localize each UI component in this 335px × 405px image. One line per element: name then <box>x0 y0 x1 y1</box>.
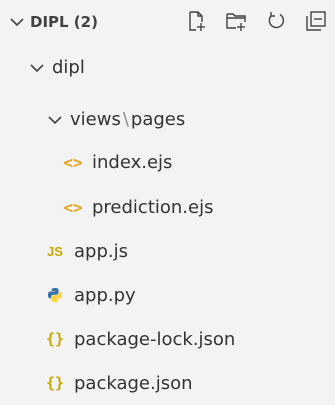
ejs-file-icon: <> <box>63 197 83 217</box>
tree-file-package-json[interactable]: {} package.json <box>0 361 335 405</box>
refresh-icon[interactable] <box>263 8 289 34</box>
new-folder-icon[interactable] <box>223 8 249 34</box>
tree-folder-dipl[interactable]: dipl <box>0 45 335 89</box>
explorer-actions <box>183 8 329 34</box>
chevron-down-icon <box>48 109 62 130</box>
path-separator: \ <box>122 108 129 130</box>
tree-file-app-js[interactable]: JS app.js <box>0 229 335 273</box>
workspace-title: DIPL (2) <box>30 13 98 31</box>
file-label: index.ejs <box>92 151 173 173</box>
explorer-header[interactable]: DIPL (2) <box>0 0 335 44</box>
folder-label-views: views <box>70 108 121 130</box>
tree-folder-views-pages[interactable]: views \ pages <box>0 97 335 141</box>
chevron-down-icon[interactable] <box>10 13 24 31</box>
file-label: package.json <box>74 372 193 394</box>
folder-label: dipl <box>52 56 85 78</box>
new-file-icon[interactable] <box>183 8 209 34</box>
tree-file-package-lock-json[interactable]: {} package-lock.json <box>0 317 335 361</box>
javascript-icon: JS <box>47 243 63 259</box>
chevron-down-icon <box>30 57 44 78</box>
file-label: app.py <box>74 284 136 306</box>
json-file-icon: {} <box>45 330 65 348</box>
python-icon <box>44 285 66 305</box>
tree-file-app-py[interactable]: app.py <box>0 273 335 317</box>
json-file-icon: {} <box>45 374 65 392</box>
ejs-file-icon: <> <box>63 152 83 172</box>
file-label: app.js <box>74 240 128 262</box>
folder-label-pages: pages <box>130 108 186 130</box>
file-label: package-lock.json <box>74 328 236 350</box>
collapse-all-icon[interactable] <box>303 8 329 34</box>
tree-file-prediction-ejs[interactable]: <> prediction.ejs <box>0 185 335 229</box>
tree-file-index-ejs[interactable]: <> index.ejs <box>0 140 335 184</box>
file-label: prediction.ejs <box>92 196 214 218</box>
